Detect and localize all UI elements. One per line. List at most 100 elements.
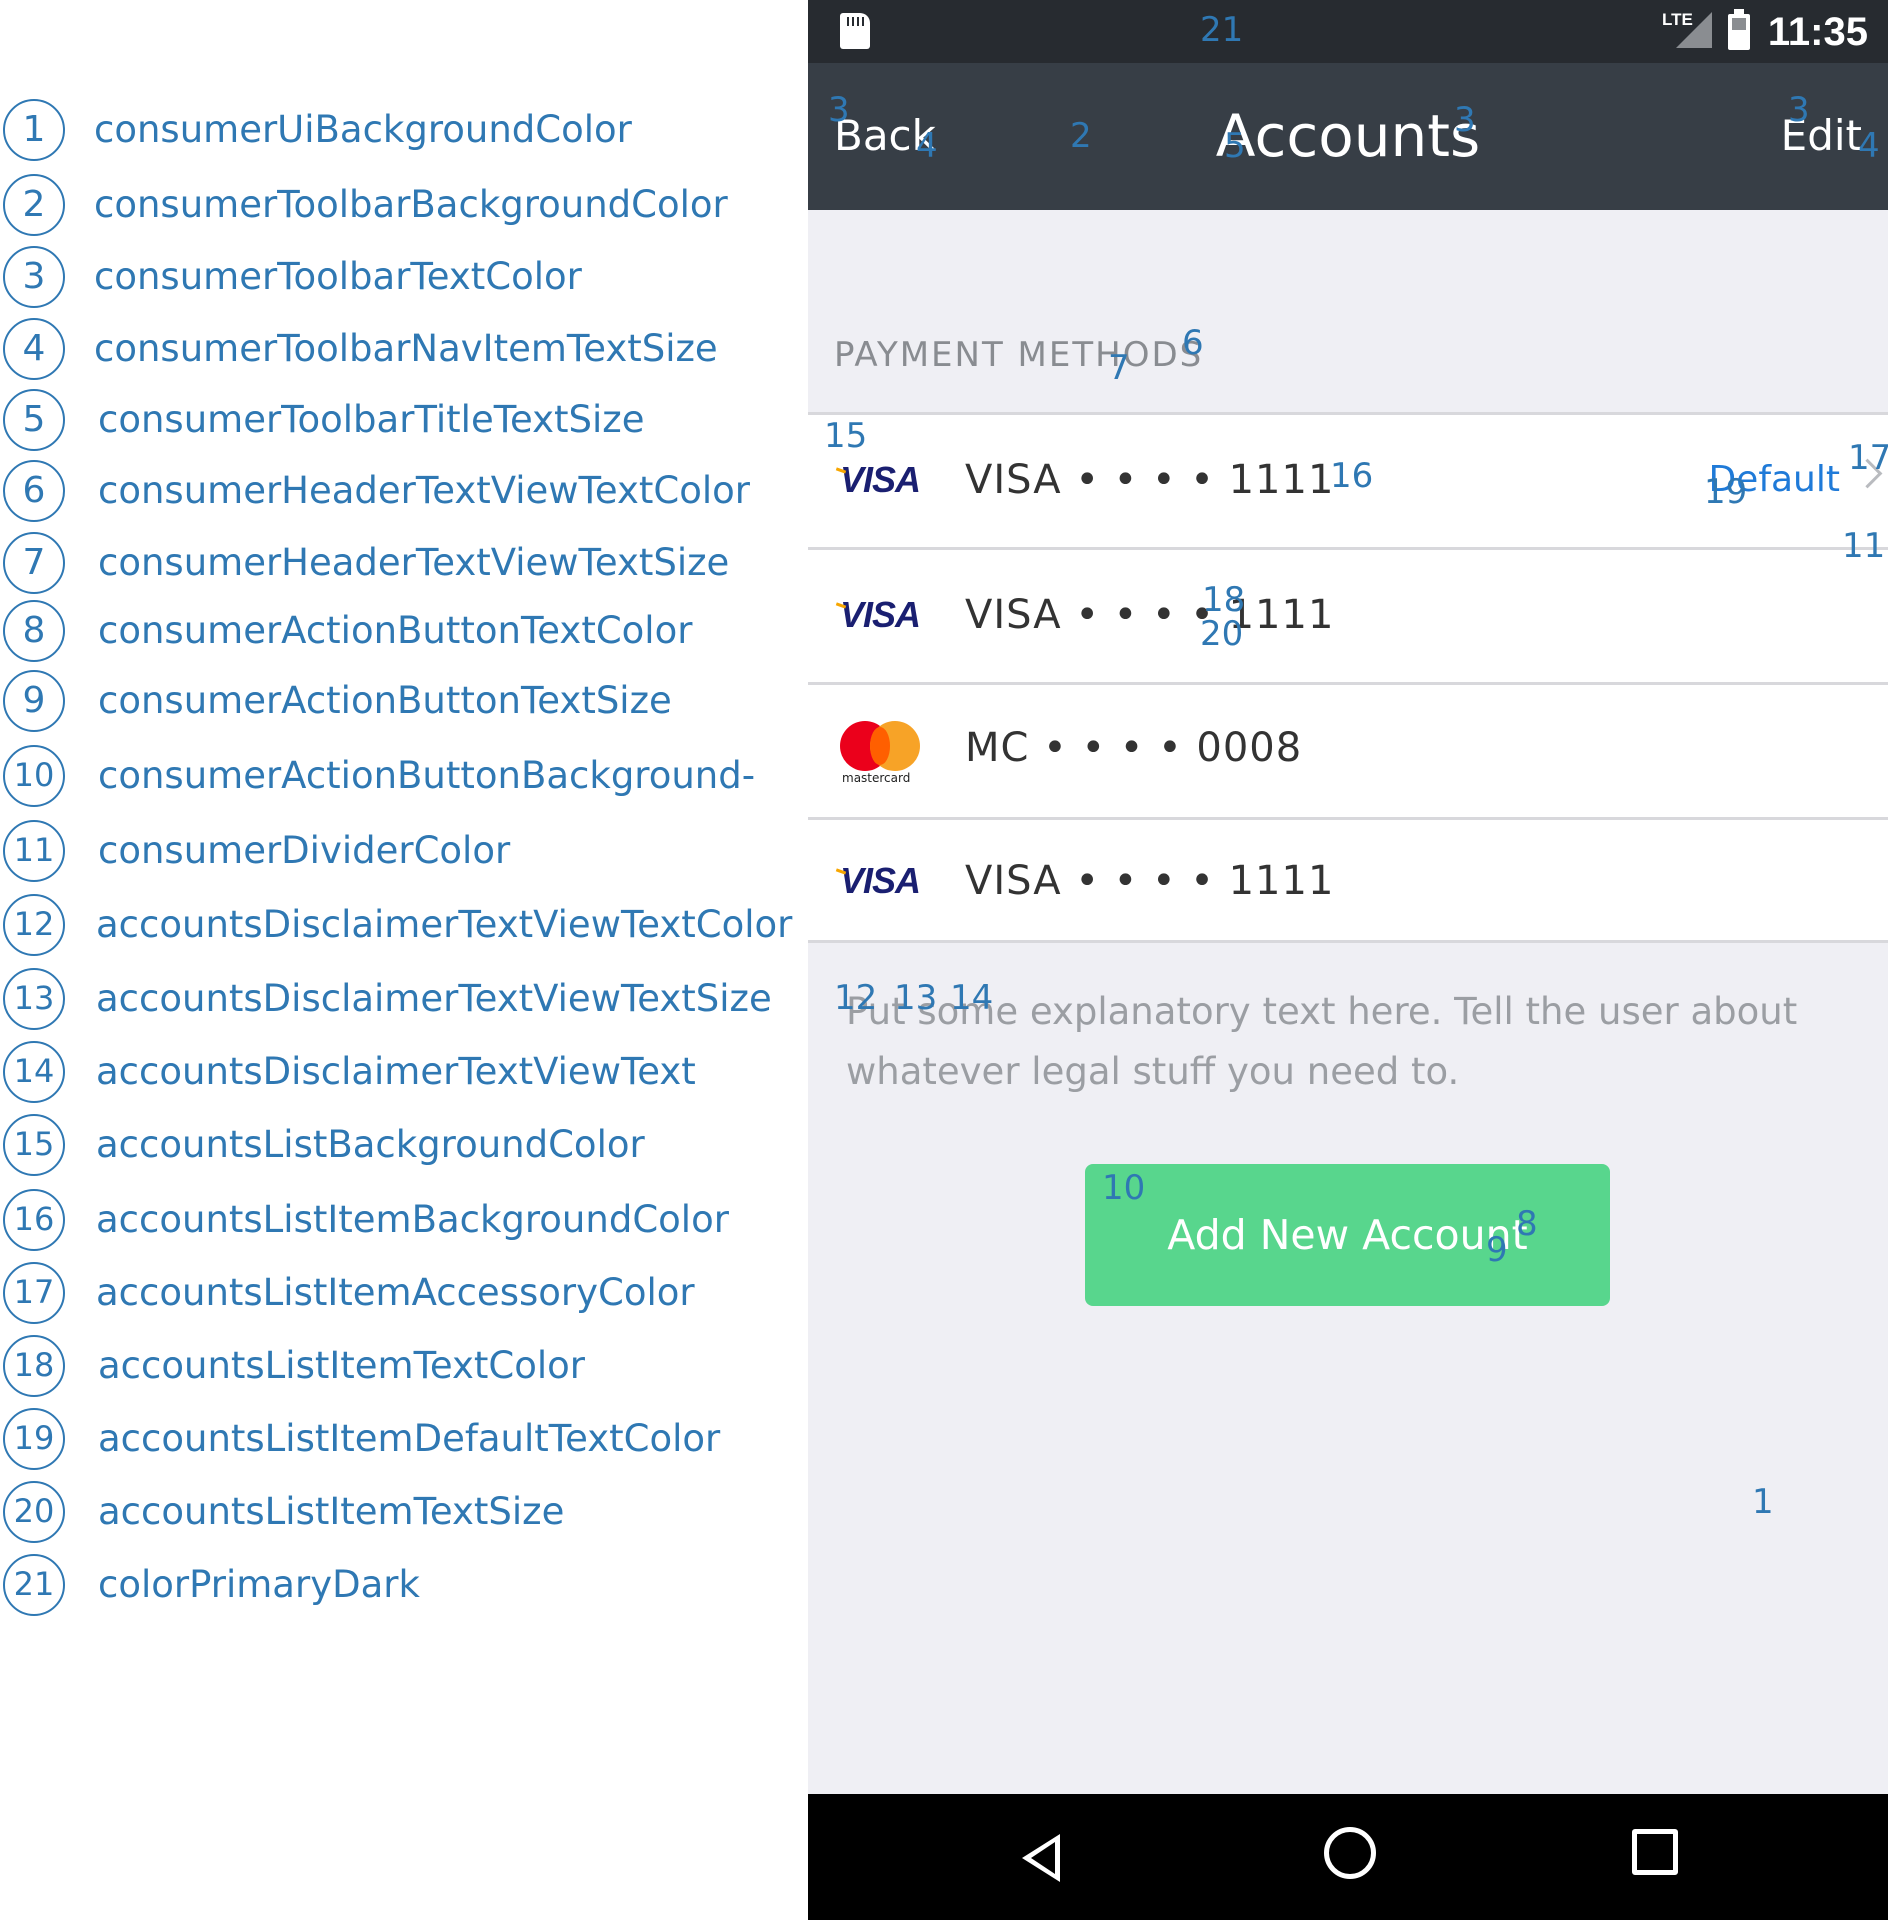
- legend-number: 6: [3, 460, 65, 522]
- annotation-number: 7: [1108, 348, 1130, 388]
- legend-number: 19: [3, 1408, 65, 1470]
- legend-number: 16: [3, 1189, 65, 1251]
- legend-number: 15: [3, 1114, 65, 1176]
- legend-label: accountsListItemAccessoryColor: [96, 1271, 695, 1314]
- back-triangle-icon[interactable]: [1022, 1834, 1060, 1882]
- legend-item: 16 accountsListItemBackgroundColor: [0, 1189, 808, 1259]
- mastercard-wordmark: mastercard: [842, 771, 911, 785]
- network-type: LTE: [1662, 10, 1693, 29]
- legend-number: 2: [3, 174, 65, 236]
- legend-label: consumerActionButtonBackground-: [98, 754, 756, 797]
- legend-item: 5 consumerToolbarTitleTextSize: [0, 389, 808, 459]
- annotation-number: 3: [1788, 90, 1810, 130]
- legend-number: 3: [3, 246, 65, 308]
- legend-label: consumerActionButtonTextColor: [98, 609, 693, 652]
- annotation-number: 21: [1200, 10, 1244, 50]
- account-row[interactable]: VISA VISA • • • • 1111: [808, 820, 1888, 940]
- annotation-number: 14: [950, 978, 994, 1018]
- recents-square-icon[interactable]: [1632, 1829, 1678, 1875]
- home-circle-icon[interactable]: [1324, 1827, 1376, 1879]
- legend-item: 8 consumerActionButtonTextColor: [0, 600, 808, 670]
- section-header: PAYMENT METHODS: [834, 335, 1204, 375]
- annotation-number: 18: [1202, 580, 1246, 620]
- legend-number: 1: [3, 99, 65, 161]
- account-row[interactable]: VISA VISA • • • • 1111: [808, 550, 1888, 682]
- annotation-number: 10: [1102, 1168, 1146, 1208]
- status-time: 11:35: [1767, 10, 1868, 54]
- legend-number: 20: [3, 1481, 65, 1543]
- legend-item: 9 consumerActionButtonTextSize: [0, 670, 808, 740]
- annotation-number: 1: [1752, 1482, 1774, 1522]
- legend-item: 2 consumerToolbarBackgroundColor: [0, 174, 808, 244]
- legend-label: consumerToolbarBackgroundColor: [94, 183, 728, 226]
- legend-item: 17 accountsListItemAccessoryColor: [0, 1262, 808, 1332]
- legend-label: consumerHeaderTextViewTextSize: [98, 541, 730, 584]
- annotation-number: 3: [1454, 100, 1476, 140]
- legend-number: 11: [3, 820, 65, 882]
- visa-logo-icon: VISA: [840, 594, 928, 638]
- annotation-number: 5: [1224, 126, 1246, 166]
- annotation-number: 12: [834, 978, 878, 1018]
- annotation-number: 6: [1182, 323, 1204, 363]
- legend-item: 13 accountsDisclaimerTextViewTextSize: [0, 968, 808, 1038]
- legend-label: accountsDisclaimerTextViewTextSize: [96, 977, 772, 1020]
- legend-label: consumerActionButtonTextSize: [98, 679, 672, 722]
- legend-label: accountsListItemTextSize: [98, 1490, 565, 1533]
- legend-item: 20 accountsListItemTextSize: [0, 1481, 808, 1551]
- legend-label: consumerUiBackgroundColor: [94, 108, 632, 151]
- legend-number: 9: [3, 670, 65, 732]
- annotation-number: 4: [1858, 126, 1880, 166]
- annotation-number: 3: [828, 90, 850, 130]
- annotation-number: 15: [824, 416, 868, 456]
- legend-label: accountsListItemDefaultTextColor: [98, 1417, 721, 1460]
- legend-item: 3 consumerToolbarTextColor: [0, 246, 808, 316]
- account-label: VISA • • • • 1111: [965, 858, 1335, 904]
- legend-item: 19 accountsListItemDefaultTextColor: [0, 1408, 808, 1478]
- annotation-number: 17: [1848, 438, 1888, 478]
- toolbar: Back Accounts Edit: [808, 63, 1888, 210]
- annotation-number: 4: [916, 126, 938, 166]
- phone-screen: LTE 11:35 Back Accounts Edit PAYMENT MET…: [808, 0, 1888, 1920]
- legend-item: 18 accountsListItemTextColor: [0, 1335, 808, 1405]
- legend-label: accountsDisclaimerTextViewTextColor: [96, 903, 793, 946]
- annotation-number: 19: [1704, 472, 1748, 512]
- legend-number: 21: [3, 1554, 65, 1616]
- mastercard-logo-icon: mastercard: [840, 721, 920, 785]
- legend-number: 17: [3, 1262, 65, 1324]
- legend-number: 10: [3, 745, 65, 807]
- legend-number: 13: [3, 968, 65, 1030]
- account-label: VISA • • • • 1111: [965, 592, 1335, 638]
- legend-number: 8: [3, 600, 65, 662]
- account-row[interactable]: mastercard MC • • • • 0008: [808, 685, 1888, 817]
- legend-label: consumerToolbarTextColor: [94, 255, 582, 298]
- annotation-number: 11: [1842, 526, 1886, 566]
- legend-label: consumerDividerColor: [98, 829, 511, 872]
- legend-item: 11 consumerDividerColor: [0, 820, 808, 890]
- legend-number: 12: [3, 894, 65, 956]
- annotation-number: 9: [1486, 1230, 1508, 1270]
- legend-item: 1 consumerUiBackgroundColor: [0, 99, 808, 169]
- visa-logo-icon: VISA: [840, 459, 928, 503]
- annotation-number: 8: [1516, 1204, 1538, 1244]
- legend-number: 7: [3, 532, 65, 594]
- legend-label: accountsListBackgroundColor: [96, 1123, 645, 1166]
- legend-item: 7 consumerHeaderTextViewTextSize: [0, 532, 808, 602]
- annotation-number: 2: [1070, 116, 1092, 156]
- legend-number: 5: [3, 389, 65, 451]
- account-label: VISA • • • • 1111: [965, 457, 1335, 503]
- legend-number: 18: [3, 1335, 65, 1397]
- annotation-number: 16: [1330, 456, 1374, 496]
- legend-item: 21 colorPrimaryDark: [0, 1554, 808, 1624]
- legend-item: 15 accountsListBackgroundColor: [0, 1114, 808, 1184]
- legend-item: 6 consumerHeaderTextViewTextColor: [0, 460, 808, 530]
- legend-number: 4: [3, 318, 65, 380]
- legend-item: 4 consumerToolbarNavItemTextSize: [0, 318, 808, 388]
- status-bar: LTE 11:35: [808, 0, 1888, 63]
- legend-panel: 1 consumerUiBackgroundColor 2 consumerTool…: [0, 0, 808, 1920]
- legend-label: accountsListItemBackgroundColor: [96, 1198, 729, 1241]
- visa-logo-icon: VISA: [840, 860, 928, 904]
- navigation-bar: [808, 1794, 1888, 1920]
- legend-label: consumerToolbarNavItemTextSize: [94, 327, 718, 370]
- divider: [808, 940, 1888, 943]
- legend-number: 14: [3, 1041, 65, 1103]
